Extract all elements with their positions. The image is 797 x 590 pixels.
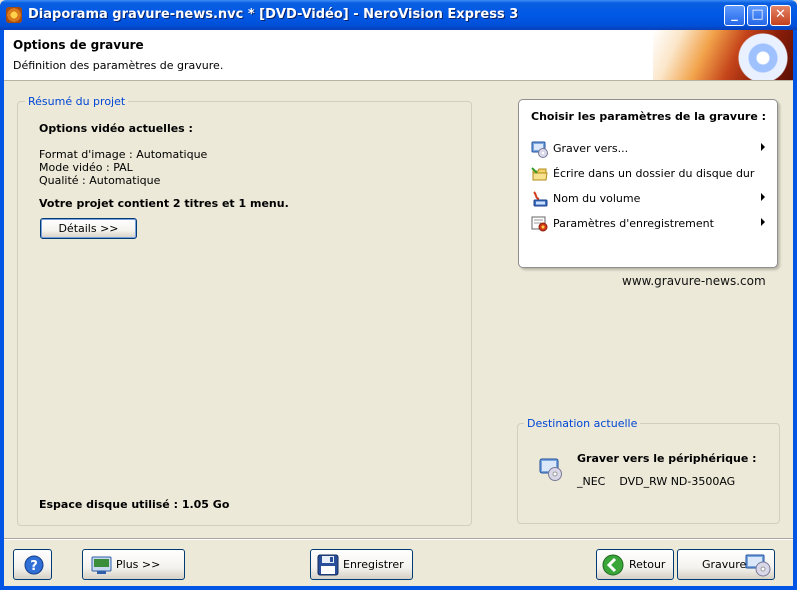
bottom-divider-highlight: [4, 539, 793, 540]
header-disc-artwork: [653, 30, 793, 80]
burn-button[interactable]: Gravure: [677, 549, 775, 580]
svg-text:?: ?: [30, 559, 38, 574]
page-header: Options de gravure Définition des paramè…: [4, 30, 793, 80]
help-button[interactable]: ?: [13, 549, 52, 580]
menu-item-label: Paramètres d'enregistrement: [553, 217, 714, 230]
window-frame-left: [0, 30, 4, 590]
menu-item-label: Graver vers...: [553, 142, 629, 155]
burn-disc-icon: [745, 554, 771, 577]
page-title: Options de gravure: [13, 38, 144, 52]
destination-device: _NEC DVD_RW ND-3500AG: [577, 475, 736, 488]
disk-space-used: Espace disque utilisé : 1.05 Go: [39, 498, 230, 511]
back-button[interactable]: Retour: [596, 549, 674, 580]
record-settings-icon: [531, 216, 548, 232]
header-divider: [4, 80, 793, 81]
menu-item-label: Écrire dans un dossier du disque dur: [553, 167, 755, 180]
project-contents-text: Votre projet contient 2 titres et 1 menu…: [39, 197, 289, 210]
page-subtitle: Définition des paramètres de gravure.: [13, 59, 224, 72]
more-button-label: Plus >>: [116, 558, 161, 571]
help-icon: ?: [24, 555, 44, 575]
minimize-button[interactable]: _: [724, 5, 745, 26]
quality-text: Qualité : Automatique: [39, 174, 161, 187]
more-button[interactable]: Plus >>: [82, 549, 185, 580]
save-button[interactable]: Enregistrer: [310, 549, 413, 580]
submenu-arrow-icon: [761, 218, 765, 226]
video-mode-text: Mode vidéo : PAL: [39, 161, 133, 174]
menu-item-record-settings[interactable]: Paramètres d'enregistrement: [531, 215, 771, 233]
folder-icon: [531, 167, 548, 181]
app-icon: [6, 7, 22, 23]
window-title: Diaporama gravure-news.nvc * [DVD-Vidéo]…: [28, 7, 519, 22]
watermark-text: www.gravure-news.com: [622, 274, 766, 288]
burner-device-icon: [539, 458, 562, 481]
save-button-label: Enregistrer: [343, 558, 404, 571]
window-frame-right: [793, 30, 797, 590]
image-format-text: Format d'image : Automatique: [39, 148, 208, 161]
close-button[interactable]: ✕: [770, 5, 791, 26]
submenu-arrow-icon: [761, 143, 765, 151]
destination-heading: Graver vers le périphérique :: [577, 452, 757, 465]
burn-to-icon: [531, 141, 548, 158]
burn-options-title: Choisir les paramètres de la gravure :: [531, 110, 767, 123]
floppy-disk-icon: [317, 554, 339, 576]
burn-button-label: Gravure: [702, 558, 747, 571]
project-summary-label: Résumé du projet: [25, 95, 129, 108]
menu-item-volume-name[interactable]: Nom du volume: [531, 190, 771, 208]
menu-item-burn-to[interactable]: Graver vers...: [531, 140, 771, 158]
maximize-button[interactable]: □: [747, 5, 768, 26]
submenu-arrow-icon: [761, 193, 765, 201]
back-arrow-icon: [602, 554, 624, 576]
volume-name-icon: [533, 191, 548, 207]
details-button[interactable]: Détails >>: [40, 218, 137, 239]
destination-label: Destination actuelle: [524, 417, 641, 430]
burn-options-panel: [518, 99, 778, 268]
more-options-icon: [91, 556, 112, 574]
window-frame-bottom: [0, 586, 797, 590]
menu-item-write-to-folder[interactable]: Écrire dans un dossier du disque dur: [531, 165, 771, 183]
menu-item-label: Nom du volume: [553, 192, 641, 205]
back-button-label: Retour: [629, 558, 666, 571]
video-options-title: Options vidéo actuelles :: [39, 122, 193, 135]
